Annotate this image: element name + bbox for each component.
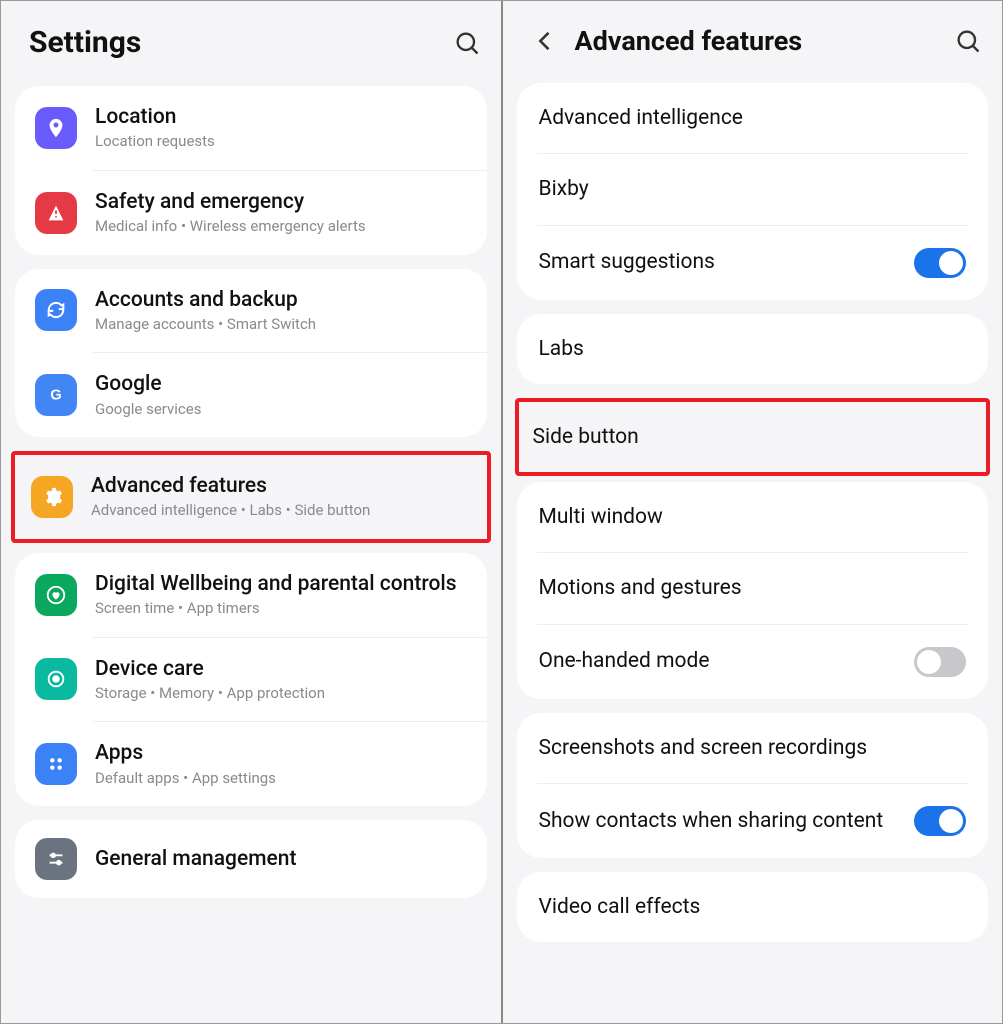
device-care-icon: [35, 658, 77, 700]
advanced-item-show-contacts-when-sharing-content[interactable]: Show contacts when sharing content: [517, 784, 989, 858]
search-icon[interactable]: [954, 27, 982, 55]
settings-item-apps[interactable]: Apps Default apps • App settings: [15, 722, 487, 806]
advanced-item-smart-suggestions[interactable]: Smart suggestions: [517, 226, 989, 300]
location-icon: [35, 107, 77, 149]
settings-item-advanced-features[interactable]: Advanced features Advanced intelligence …: [15, 455, 487, 539]
search-icon[interactable]: [453, 29, 481, 57]
settings-group: Accounts and backupManage accounts • Sma…: [15, 269, 487, 438]
advanced-group: Video call effects: [517, 872, 989, 942]
advanced-item-title: Advanced intelligence: [539, 105, 967, 131]
settings-item-device-care[interactable]: Device careStorage • Memory • App protec…: [15, 638, 487, 722]
settings-header: Settings: [1, 1, 501, 80]
advanced-item-labs[interactable]: Labs: [517, 314, 989, 384]
advanced-item-title: Smart suggestions: [539, 249, 903, 275]
settings-panel: Settings LocationLocation requestsSafety…: [1, 1, 503, 1023]
advanced-item-bixby[interactable]: Bixby: [517, 154, 989, 224]
settings-item-title: Accounts and backup: [95, 287, 467, 313]
advanced-item-screenshots-and-screen-recordings[interactable]: Screenshots and screen recordings: [517, 713, 989, 783]
advanced-item-title: Multi window: [539, 504, 967, 530]
advanced-item-title: One-handed mode: [539, 648, 903, 674]
advanced-features-highlight: Advanced features Advanced intelligence …: [11, 451, 491, 543]
settings-item-subtitle: Google services: [95, 400, 467, 420]
side-button-highlight: Side button: [515, 398, 991, 476]
advanced-item-title: Video call effects: [539, 894, 967, 920]
toggle-one-handed-mode[interactable]: [914, 647, 966, 677]
advanced-item-title: Side button: [533, 424, 973, 450]
advanced-item-multi-window[interactable]: Multi window: [517, 482, 989, 552]
advanced-features-panel: Advanced features Advanced intelligence B…: [503, 1, 1003, 1023]
settings-item-location[interactable]: LocationLocation requests: [15, 86, 487, 170]
settings-item-google[interactable]: G Google Google services: [15, 353, 487, 437]
back-icon[interactable]: [531, 27, 559, 55]
heart-circle-icon: [35, 574, 77, 616]
advanced-item-advanced-intelligence[interactable]: Advanced intelligence: [517, 83, 989, 153]
settings-item-title: Advanced features: [91, 473, 471, 499]
settings-item-subtitle: Storage • Memory • App protection: [95, 684, 467, 704]
settings-item-subtitle: Advanced intelligence • Labs • Side butt…: [91, 501, 471, 521]
safety-icon: [35, 192, 77, 234]
advanced-group: Screenshots and screen recordings Show co…: [517, 713, 989, 858]
svg-text:G: G: [50, 388, 61, 404]
advanced-features-header: Advanced features: [503, 1, 1003, 77]
settings-group: General management: [15, 820, 487, 898]
settings-item-title: Digital Wellbeing and parental controls: [95, 571, 467, 597]
page-title: Settings: [29, 25, 437, 60]
page-title: Advanced features: [575, 25, 939, 57]
advanced-item-title: Screenshots and screen recordings: [539, 735, 967, 761]
advanced-group: Advanced intelligence Bixby Smart suggesti…: [517, 83, 989, 300]
advanced-item-title: Labs: [539, 336, 967, 362]
advanced-item-video-call-effects[interactable]: Video call effects: [517, 872, 989, 942]
settings-item-title: Safety and emergency: [95, 189, 467, 215]
advanced-item-side-button[interactable]: Side button: [519, 402, 987, 472]
settings-item-accounts-and-backup[interactable]: Accounts and backupManage accounts • Sma…: [15, 269, 487, 353]
advanced-group: Multi window Motions and gestures One-hand…: [517, 482, 989, 699]
settings-item-subtitle: Medical info • Wireless emergency alerts: [95, 217, 467, 237]
advanced-item-title: Show contacts when sharing content: [539, 808, 903, 834]
advanced-item-title: Motions and gestures: [539, 575, 967, 601]
settings-item-digital-wellbeing-and-parental-controls[interactable]: Digital Wellbeing and parental controlsS…: [15, 553, 487, 637]
settings-item-title: Location: [95, 104, 467, 130]
settings-item-general-management[interactable]: General management: [15, 820, 487, 898]
advanced-group: Labs: [517, 314, 989, 384]
settings-item-safety-and-emergency[interactable]: Safety and emergencyMedical info • Wirel…: [15, 171, 487, 255]
apps-icon: [35, 743, 77, 785]
settings-item-title: General management: [95, 846, 467, 872]
settings-item-title: Device care: [95, 656, 467, 682]
settings-item-title: Google: [95, 371, 467, 397]
toggle-show-contacts-when-sharing-content[interactable]: [914, 806, 966, 836]
settings-item-subtitle: Default apps • App settings: [95, 769, 467, 789]
gear-icon: [31, 476, 73, 518]
advanced-item-one-handed-mode[interactable]: One-handed mode: [517, 625, 989, 699]
advanced-item-title: Bixby: [539, 176, 967, 202]
toggle-smart-suggestions[interactable]: [914, 248, 966, 278]
sliders-icon: [35, 838, 77, 880]
google-icon: G: [35, 374, 77, 416]
settings-item-title: Apps: [95, 740, 467, 766]
settings-item-subtitle: Screen time • App timers: [95, 599, 467, 619]
advanced-item-motions-and-gestures[interactable]: Motions and gestures: [517, 553, 989, 623]
sync-icon: [35, 289, 77, 331]
settings-group: Digital Wellbeing and parental controlsS…: [15, 553, 487, 806]
settings-item-subtitle: Manage accounts • Smart Switch: [95, 315, 467, 335]
settings-group: LocationLocation requestsSafety and emer…: [15, 86, 487, 255]
settings-item-subtitle: Location requests: [95, 132, 467, 152]
